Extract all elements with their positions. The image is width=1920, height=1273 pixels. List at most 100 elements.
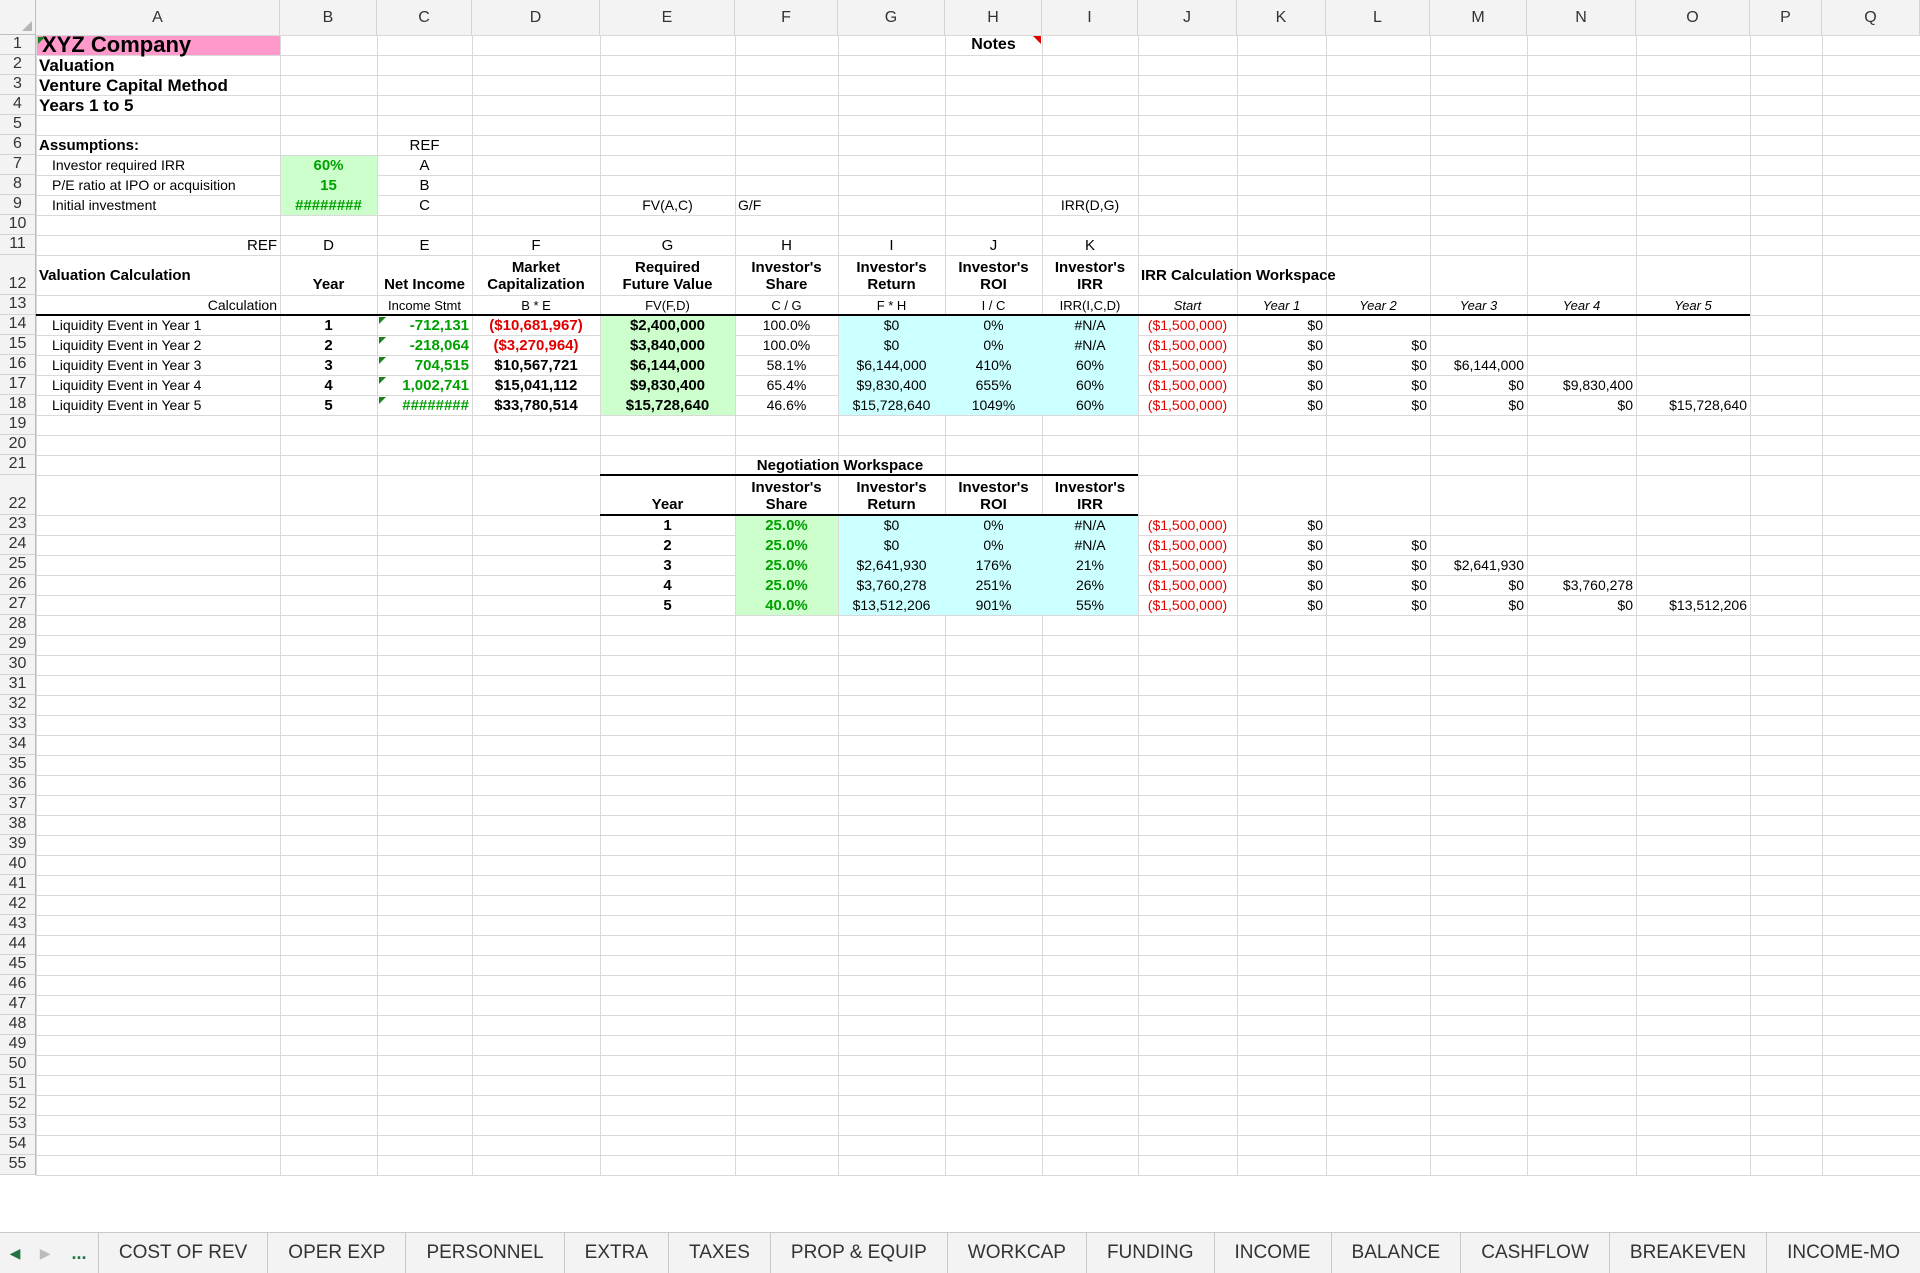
negotiation-year-cell[interactable]: 1 (600, 515, 735, 535)
row-header-52[interactable]: 52 (0, 1095, 35, 1115)
negotiation-irr-workspace-cell[interactable]: $0 (1326, 595, 1430, 615)
sheet-tab-personnel[interactable]: PERSONNEL (405, 1233, 563, 1273)
valuation-col-header[interactable]: Investor's IRR (1042, 255, 1138, 295)
row-header-51[interactable]: 51 (0, 1075, 35, 1095)
investor-irr-cell[interactable]: #N/A (1042, 315, 1138, 335)
sheet-tab-breakeven[interactable]: BREAKEVEN (1608, 1233, 1766, 1273)
year-cell[interactable]: 3 (280, 355, 377, 375)
sheet-tab-extra[interactable]: EXTRA (563, 1233, 668, 1273)
negotiation-irr-workspace-cell[interactable]: $0 (1237, 535, 1326, 555)
formula-hint-cell[interactable]: IRR(D,G) (1042, 195, 1138, 215)
row-header-28[interactable]: 28 (0, 615, 35, 635)
row-header-44[interactable]: 44 (0, 935, 35, 955)
investor-roi-cell[interactable]: 0% (945, 335, 1042, 355)
irr-workspace-cell[interactable] (1430, 315, 1527, 335)
column-header-b[interactable]: B (280, 0, 377, 35)
row-header-21[interactable]: 21 (0, 455, 35, 475)
required-fv-cell[interactable]: $15,728,640 (600, 395, 735, 415)
irr-workspace-cell[interactable] (1430, 335, 1527, 355)
row-header-55[interactable]: 55 (0, 1155, 35, 1175)
negotiation-return-cell[interactable]: $3,760,278 (838, 575, 945, 595)
prev-sheet-button[interactable]: ◀ (0, 1233, 30, 1273)
negotiation-irr-workspace-cell[interactable]: $0 (1527, 595, 1636, 615)
ref-row-cell[interactable]: D (280, 235, 377, 255)
negotiation-irr-workspace-cell[interactable] (1430, 535, 1527, 555)
ref-row-cell[interactable]: J (945, 235, 1042, 255)
net-income-cell[interactable]: -218,064 (377, 335, 472, 355)
irr-workspace-cell[interactable]: ($1,500,000) (1138, 395, 1237, 415)
irr-workspace-cell[interactable] (1326, 315, 1430, 335)
valuation-calc-formula-cell[interactable] (280, 295, 377, 315)
year-cell[interactable]: 4 (280, 375, 377, 395)
negotiation-roi-cell[interactable]: 176% (945, 555, 1042, 575)
row-header-19[interactable]: 19 (0, 415, 35, 435)
row-header-47[interactable]: 47 (0, 995, 35, 1015)
row-header-11[interactable]: 11 (0, 235, 35, 255)
investor-return-cell[interactable]: $15,728,640 (838, 395, 945, 415)
negotiation-irr-workspace-cell[interactable] (1527, 535, 1636, 555)
investor-return-cell[interactable]: $6,144,000 (838, 355, 945, 375)
irr-workspace-heading-cell[interactable]: IRR Calculation Workspace (1138, 255, 1430, 295)
column-header-k[interactable]: K (1237, 0, 1326, 35)
investor-roi-cell[interactable]: 1049% (945, 395, 1042, 415)
negotiation-irr-workspace-cell[interactable]: ($1,500,000) (1138, 595, 1237, 615)
irr-workspace-col-header[interactable]: Year 4 (1527, 295, 1636, 315)
irr-workspace-cell[interactable]: ($1,500,000) (1138, 355, 1237, 375)
investor-irr-cell[interactable]: #N/A (1042, 335, 1138, 355)
row-header-40[interactable]: 40 (0, 855, 35, 875)
row-header-35[interactable]: 35 (0, 755, 35, 775)
negotiation-irr-workspace-cell[interactable] (1636, 575, 1750, 595)
market-cap-cell[interactable]: $33,780,514 (472, 395, 600, 415)
column-header-o[interactable]: O (1636, 0, 1750, 35)
sheet-tab-funding[interactable]: FUNDING (1085, 1233, 1214, 1273)
valuation-col-header[interactable]: Investor's Return (838, 255, 945, 295)
negotiation-return-cell[interactable]: $13,512,206 (838, 595, 945, 615)
valuation-calc-formula-cell[interactable]: Income Stmt (377, 295, 472, 315)
irr-workspace-cell[interactable] (1527, 315, 1636, 335)
row-header-26[interactable]: 26 (0, 575, 35, 595)
title-method-cell[interactable]: Venture Capital Method (36, 75, 280, 95)
valuation-calc-formula-cell[interactable]: FV(F,D) (600, 295, 735, 315)
investor-return-cell[interactable]: $0 (838, 335, 945, 355)
negotiation-irr-workspace-cell[interactable]: $0 (1326, 575, 1430, 595)
liquidity-event-label-cell[interactable]: Liquidity Event in Year 1 (36, 315, 280, 335)
negotiation-return-cell[interactable]: $0 (838, 535, 945, 555)
negotiation-irr-workspace-cell[interactable] (1430, 515, 1527, 535)
negotiation-irr-cell[interactable]: 55% (1042, 595, 1138, 615)
ref-row-cell[interactable]: E (377, 235, 472, 255)
negotiation-roi-cell[interactable]: 0% (945, 515, 1042, 535)
sheet-tab-workcap[interactable]: WORKCAP (946, 1233, 1086, 1273)
title-years-cell[interactable]: Years 1 to 5 (36, 95, 280, 115)
irr-workspace-cell[interactable]: $9,830,400 (1527, 375, 1636, 395)
notes-cell[interactable]: Notes (945, 35, 1042, 55)
row-header-27[interactable]: 27 (0, 595, 35, 615)
negotiation-roi-cell[interactable]: 0% (945, 535, 1042, 555)
valuation-calc-formula-cell[interactable]: IRR(I,C,D) (1042, 295, 1138, 315)
negotiation-share-input[interactable]: 25.0% (735, 575, 838, 595)
liquidity-event-label-cell[interactable]: Liquidity Event in Year 2 (36, 335, 280, 355)
negotiation-irr-workspace-cell[interactable] (1636, 535, 1750, 555)
sheet-tab-balance[interactable]: BALANCE (1330, 1233, 1461, 1273)
irr-workspace-cell[interactable]: $0 (1237, 355, 1326, 375)
negotiation-irr-workspace-cell[interactable]: $0 (1326, 555, 1430, 575)
row-header-39[interactable]: 39 (0, 835, 35, 855)
irr-workspace-col-header[interactable]: Year 1 (1237, 295, 1326, 315)
column-header-f[interactable]: F (735, 0, 838, 35)
row-header-25[interactable]: 25 (0, 555, 35, 575)
row-header-48[interactable]: 48 (0, 1015, 35, 1035)
row-header-20[interactable]: 20 (0, 435, 35, 455)
row-header-16[interactable]: 16 (0, 355, 35, 375)
negotiation-irr-workspace-cell[interactable]: $0 (1237, 575, 1326, 595)
assumption-value-cell[interactable]: 15 (280, 175, 377, 195)
row-header-33[interactable]: 33 (0, 715, 35, 735)
ref-row-cell[interactable]: H (735, 235, 838, 255)
row-header-38[interactable]: 38 (0, 815, 35, 835)
valuation-col-header[interactable]: Investor's Share (735, 255, 838, 295)
negotiation-year-cell[interactable]: 4 (600, 575, 735, 595)
calculation-label-cell[interactable]: Calculation (36, 295, 280, 315)
sheet-tab-income[interactable]: INCOME (1213, 1233, 1331, 1273)
ref-label-cell[interactable]: REF (377, 135, 472, 155)
column-header-p[interactable]: P (1750, 0, 1822, 35)
negotiation-year-cell[interactable]: 3 (600, 555, 735, 575)
market-cap-cell[interactable]: ($10,681,967) (472, 315, 600, 335)
